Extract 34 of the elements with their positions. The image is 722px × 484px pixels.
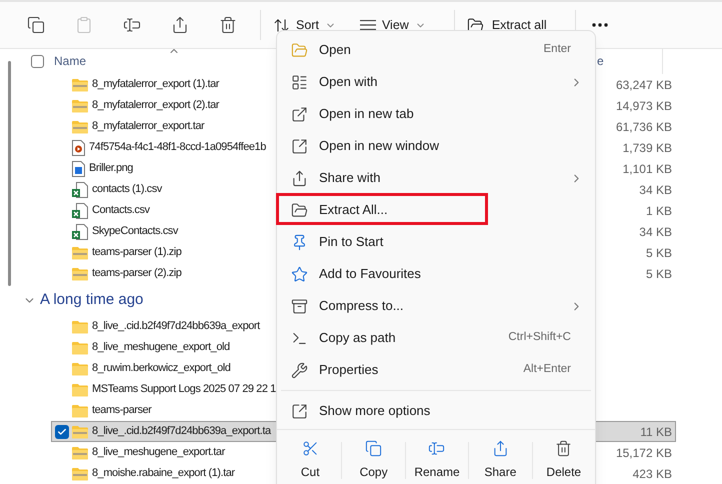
file-name: teams-parser (2).zip <box>92 266 182 282</box>
file-size: 1 KB <box>646 202 672 220</box>
file-size: 15,172 KB <box>616 444 672 462</box>
shortcut-text: Ctrl+Shift+C <box>508 330 571 346</box>
file-name: 8_live_meshugene_export_old <box>92 340 230 356</box>
file-name: Contacts.csv <box>92 203 150 218</box>
file-name: 74f5754a-f4c1-48f1-8ccd-1a0954ffee1b <box>89 140 266 156</box>
file-size: 11 KB <box>640 424 672 440</box>
file-size: 61,736 KB <box>616 118 672 136</box>
file-name: Briller.png <box>89 161 133 176</box>
shortcut-text: Enter <box>544 42 571 58</box>
file-name: 8_live_.cid.b2f49f7d24bb639a_export <box>92 319 260 334</box>
file-size: 423 KB <box>632 466 672 482</box>
file-size: 1,739 KB <box>622 140 672 156</box>
shortcut-text: Alt+Enter <box>523 362 571 378</box>
file-name: SkypeContacts.csv <box>92 224 178 240</box>
file-name: 8_live_.cid.b2f49f7d24bb639a_export.ta <box>92 424 271 440</box>
file-name: teams-parser (1).zip <box>92 245 182 260</box>
file-size: 34 KB <box>639 182 672 198</box>
file-name: 8_myfatalerror_export (2).tar <box>92 98 219 114</box>
file-name: 8_myfatalerror_export.tar <box>92 119 204 134</box>
file-size: 63,247 KB <box>616 76 672 94</box>
file-size: 5 KB <box>646 266 672 282</box>
file-size: 5 KB <box>646 244 672 262</box>
file-size: 1,101 KB <box>622 160 672 178</box>
file-size: 14,973 KB <box>616 98 672 114</box>
file-name: contacts (1).csv <box>92 182 162 198</box>
file-name: 8_live_meshugene_export.tar <box>92 445 225 460</box>
file-size: 34 KB <box>639 224 672 240</box>
file-name: 8_moishe.rabaine_export (1).tar <box>92 466 235 482</box>
file-name: MSTeams Support Logs 2025 07 29 22 1 <box>92 382 276 398</box>
file-name: 8_ruwim.berkowicz_export_old <box>92 361 230 376</box>
file-name: 8_myfatalerror_export (1).tar <box>92 77 219 92</box>
file-name: teams-parser <box>92 403 152 418</box>
